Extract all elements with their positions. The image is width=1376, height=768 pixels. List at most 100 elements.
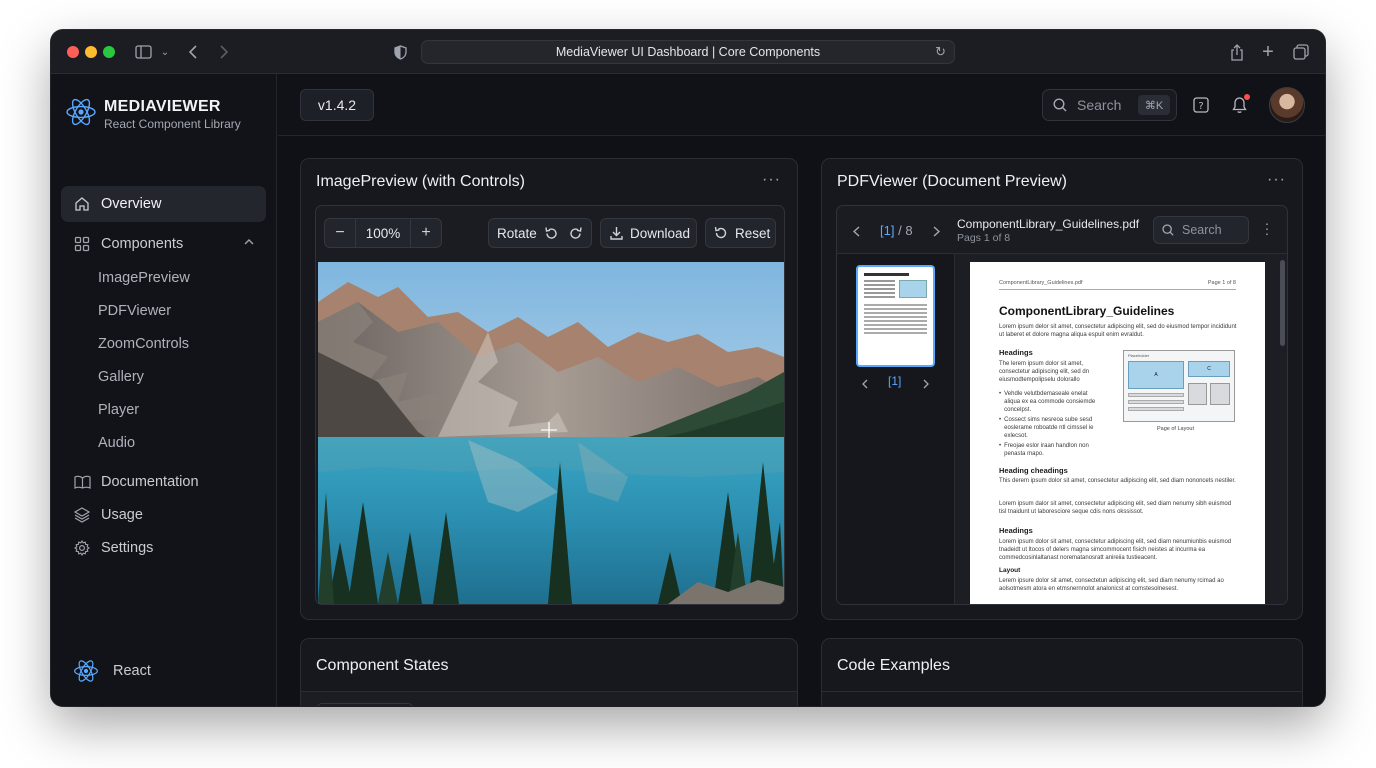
chevron-up-icon[interactable] <box>244 236 254 248</box>
page-current[interactable]: [1] <box>880 223 894 238</box>
zoom-in-button[interactable]: + <box>411 219 441 247</box>
thumb-next-icon[interactable] <box>923 376 929 394</box>
reset-label: Reset <box>735 225 771 241</box>
sidebar-footer-react[interactable]: React <box>73 658 151 684</box>
react-atom-icon <box>74 660 98 682</box>
address-bar[interactable]: MediaViewer UI Dashboard | Core Componen… <box>421 40 955 64</box>
pdf-intro: Lorem ipsum delor sit amet, consectetur … <box>999 324 1237 338</box>
notification-bell-icon[interactable] <box>1228 94 1250 116</box>
page-total: / 8 <box>898 223 913 238</box>
book-icon <box>73 473 91 491</box>
sidebar-subitem-pdfviewer[interactable]: PDFViewer <box>98 303 171 319</box>
next-page-icon[interactable] <box>933 224 941 242</box>
pdf-search-placeholder: Search <box>1182 223 1222 237</box>
pdf-figure-block-a: A <box>1128 361 1184 389</box>
sidebar-item-label: Components <box>101 236 184 252</box>
minimize-window-button[interactable] <box>85 46 97 58</box>
sidebar-item-overview[interactable]: Overview <box>61 186 266 222</box>
sidebar-item-settings[interactable]: Settings <box>61 530 266 566</box>
sidebar-toggle-icon[interactable] <box>133 42 153 62</box>
browser-toolbar: ⌄ MediaViewer UI Dashboard | Core Compon… <box>51 30 1325 74</box>
pdf-viewer-card: PDFViewer (Document Preview) ··· [1] / 8… <box>821 158 1303 620</box>
brand-logo[interactable] <box>65 96 97 128</box>
pdf-bullet: Vehdle velutbdemaseale enelat aliqua ex … <box>1004 391 1096 413</box>
pdf-bullet: Cossect sims nesreoa sube sesd eoslerame… <box>1004 417 1094 439</box>
zoom-controls: − 100% + <box>324 218 442 248</box>
code-examples-title: Code Examples <box>837 657 950 674</box>
code-examples-card: Code Examples <box>821 638 1303 706</box>
sidebar-item-label: Documentation <box>101 474 199 490</box>
forward-icon[interactable] <box>213 42 233 62</box>
zoom-out-button[interactable]: − <box>325 219 355 247</box>
user-avatar[interactable] <box>1269 87 1305 123</box>
notification-dot <box>1244 94 1250 100</box>
sidebar-item-label: Usage <box>101 507 143 523</box>
rotate-right-icon[interactable] <box>568 226 583 241</box>
pdf-paragraph: This derem ipsum dolor sit amet, consect… <box>999 478 1236 484</box>
sidebar-subitem-zoomcontrols[interactable]: ZoomControls <box>98 336 189 352</box>
privacy-shield-icon[interactable] <box>390 42 410 62</box>
home-icon <box>73 195 91 213</box>
close-window-button[interactable] <box>67 46 79 58</box>
pdf-running-head-left: ComponentLibrary_Guidelines.pdf <box>999 280 1083 286</box>
pdf-thumbnail-panel: [1] <box>837 254 955 604</box>
sidebar-item-components[interactable]: Components <box>61 226 266 262</box>
reset-button[interactable]: Reset <box>705 218 776 248</box>
share-icon[interactable] <box>1227 42 1247 62</box>
rotate-button-group: Rotate <box>488 218 592 248</box>
zoom-level: 100% <box>355 219 411 247</box>
tabs-overview-icon[interactable] <box>1291 42 1311 62</box>
kebab-menu-icon[interactable]: · · · <box>1264 216 1270 240</box>
pdf-thumbnail-page-1[interactable] <box>856 265 935 367</box>
sidebar-item-documentation[interactable]: Documentation <box>61 464 266 500</box>
pdf-subheading: Layout <box>999 567 1021 574</box>
search-icon <box>1162 224 1174 236</box>
sidebar-item-label: Settings <box>101 540 154 556</box>
pdf-page-view[interactable]: ComponentLibrary_Guidelines.pdf Page 1 o… <box>955 254 1287 604</box>
pdf-figure-block-c: C <box>1188 361 1230 377</box>
download-button[interactable]: Download <box>600 218 697 248</box>
component-states-title: Component States <box>316 657 449 674</box>
global-search-input[interactable]: Search ⌘K <box>1042 89 1177 121</box>
maximize-window-button[interactable] <box>103 46 115 58</box>
sidebar-subitem-audio[interactable]: Audio <box>98 435 135 451</box>
pdf-search-input[interactable]: Search <box>1153 216 1249 244</box>
download-icon <box>610 227 623 240</box>
pdf-subheading: Headings <box>999 526 1033 535</box>
back-icon[interactable] <box>183 42 203 62</box>
thumb-prev-icon[interactable] <box>862 376 868 394</box>
pdf-paragraph: Lerem ipsure dolor sit amet, consectetun… <box>999 578 1224 592</box>
sidebar-item-label: Overview <box>101 196 162 212</box>
top-header: v1.4.2 Search ⌘K ? <box>278 74 1325 136</box>
grid-icon <box>73 235 91 253</box>
sidebar-subitem-gallery[interactable]: Gallery <box>98 369 144 385</box>
pdf-paragraph: The lerem ipsum dolor sit amet, consecte… <box>999 361 1090 383</box>
prev-page-icon[interactable] <box>852 224 860 242</box>
image-preview-title: ImagePreview (with Controls) <box>316 173 525 190</box>
sidebar: MEDIAVIEWER React Component Library Over… <box>51 74 277 706</box>
pdf-figure-header: Placeholder <box>1128 353 1150 358</box>
pdf-paragraph: Lorem ipsum dolor sit amet, consectetur … <box>999 539 1232 561</box>
gear-icon <box>73 539 91 557</box>
reload-icon[interactable]: ↻ <box>935 44 946 60</box>
search-icon <box>1053 98 1067 112</box>
pdf-heading: ComponentLibrary_Guidelines <box>999 304 1175 318</box>
sidebar-item-usage[interactable]: Usage <box>61 497 266 533</box>
pdf-figure-caption: Page of Layout <box>1157 426 1195 432</box>
chevron-down-icon[interactable]: ⌄ <box>155 42 175 62</box>
more-options-icon[interactable]: ··· <box>762 171 781 189</box>
pdf-page: ComponentLibrary_Guidelines.pdf Page 1 o… <box>970 262 1265 604</box>
help-icon[interactable]: ? <box>1190 94 1212 116</box>
new-tab-icon[interactable]: + <box>1258 41 1278 63</box>
footer-label: React <box>113 663 151 679</box>
rotate-label: Rotate <box>497 225 537 241</box>
browser-window: ⌄ MediaViewer UI Dashboard | Core Compon… <box>51 30 1325 706</box>
version-badge[interactable]: v1.4.2 <box>300 89 374 121</box>
component-states-card: Component States <box>300 638 798 706</box>
pdf-scrollbar[interactable] <box>1280 260 1285 346</box>
rotate-left-icon[interactable] <box>544 226 559 241</box>
sidebar-subitem-imagepreview[interactable]: ImagePreview <box>98 270 190 286</box>
more-options-icon[interactable]: ··· <box>1267 171 1286 189</box>
preview-image[interactable] <box>318 262 784 604</box>
sidebar-subitem-player[interactable]: Player <box>98 402 139 418</box>
